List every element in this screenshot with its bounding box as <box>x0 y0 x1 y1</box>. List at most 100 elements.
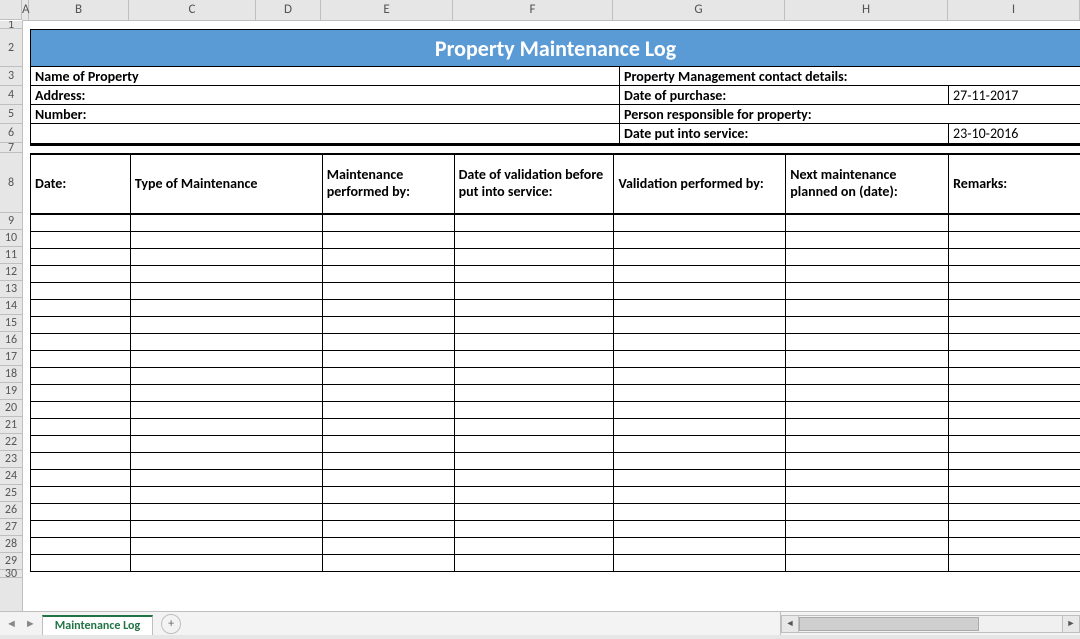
table-cell[interactable] <box>31 368 131 384</box>
table-cell[interactable] <box>786 402 949 418</box>
column-header-E[interactable]: E <box>321 0 453 20</box>
info-row-service[interactable]: Date put into service: 23-10-2016 <box>30 124 1080 143</box>
table-cell[interactable] <box>323 555 455 571</box>
table-cell[interactable] <box>949 215 1080 231</box>
table-cell[interactable] <box>949 317 1080 333</box>
table-cell[interactable] <box>31 351 131 367</box>
table-cell[interactable] <box>323 266 455 282</box>
th-validation-date[interactable]: Date of validation before put into servi… <box>455 155 615 213</box>
table-row[interactable] <box>31 300 1080 317</box>
row-header-24[interactable]: 24 <box>0 468 22 485</box>
table-cell[interactable] <box>131 300 323 316</box>
table-cell[interactable] <box>323 283 455 299</box>
table-cell[interactable] <box>131 555 323 571</box>
table-cell[interactable] <box>131 487 323 503</box>
table-cell[interactable] <box>786 351 949 367</box>
table-cell[interactable] <box>949 368 1080 384</box>
table-cell[interactable] <box>131 538 323 554</box>
column-header-C[interactable]: C <box>129 0 256 20</box>
table-cell[interactable] <box>31 334 131 350</box>
table-cell[interactable] <box>323 385 455 401</box>
table-row[interactable] <box>31 368 1080 385</box>
table-cell[interactable] <box>131 215 323 231</box>
table-cell[interactable] <box>455 351 615 367</box>
table-cell[interactable] <box>614 470 786 486</box>
table-row[interactable] <box>31 402 1080 419</box>
table-cell[interactable] <box>455 521 615 537</box>
table-cell[interactable] <box>31 300 131 316</box>
table-cell[interactable] <box>614 419 786 435</box>
table-row[interactable] <box>31 283 1080 300</box>
table-cell[interactable] <box>31 385 131 401</box>
table-row[interactable] <box>31 232 1080 249</box>
table-cell[interactable] <box>323 300 455 316</box>
table-cell[interactable] <box>455 555 615 571</box>
info-row-name[interactable]: Name of Property Property Management con… <box>30 67 1080 86</box>
horizontal-scrollbar[interactable]: ◄ ► <box>780 612 1080 635</box>
table-cell[interactable] <box>455 419 615 435</box>
table-cell[interactable] <box>786 538 949 554</box>
table-cell[interactable] <box>786 555 949 571</box>
table-cell[interactable] <box>455 487 615 503</box>
table-cell[interactable] <box>323 215 455 231</box>
table-cell[interactable] <box>31 538 131 554</box>
table-cell[interactable] <box>455 436 615 452</box>
table-cell[interactable] <box>455 334 615 350</box>
table-row[interactable] <box>31 215 1080 232</box>
row-header-17[interactable]: 17 <box>0 349 22 366</box>
tab-nav-prev-icon[interactable]: ◄ <box>6 617 17 630</box>
table-cell[interactable] <box>455 470 615 486</box>
table-cell[interactable] <box>31 317 131 333</box>
table-cell[interactable] <box>131 368 323 384</box>
row-header-30[interactable]: 30 <box>0 570 22 578</box>
table-cell[interactable] <box>323 487 455 503</box>
table-cell[interactable] <box>949 419 1080 435</box>
row-header-5[interactable]: 5 <box>0 105 22 124</box>
table-cell[interactable] <box>614 215 786 231</box>
table-cell[interactable] <box>131 232 323 248</box>
table-cell[interactable] <box>323 419 455 435</box>
table-cell[interactable] <box>949 266 1080 282</box>
table-cell[interactable] <box>131 402 323 418</box>
row-header-3[interactable]: 3 <box>0 67 22 86</box>
table-cell[interactable] <box>786 521 949 537</box>
scroll-track[interactable] <box>799 615 1062 633</box>
table-cell[interactable] <box>949 453 1080 469</box>
table-row[interactable] <box>31 487 1080 504</box>
table-cell[interactable] <box>131 385 323 401</box>
table-cell[interactable] <box>614 436 786 452</box>
table-cell[interactable] <box>614 232 786 248</box>
table-cell[interactable] <box>949 504 1080 520</box>
table-cell[interactable] <box>455 402 615 418</box>
table-row[interactable] <box>31 470 1080 487</box>
table-cell[interactable] <box>786 385 949 401</box>
table-row[interactable] <box>31 334 1080 351</box>
row-header-9[interactable]: 9 <box>0 213 22 230</box>
table-cell[interactable] <box>323 317 455 333</box>
table-cell[interactable] <box>614 283 786 299</box>
table-cell[interactable] <box>323 334 455 350</box>
table-row[interactable] <box>31 419 1080 436</box>
table-cell[interactable] <box>786 300 949 316</box>
table-cell[interactable] <box>949 555 1080 571</box>
table-cell[interactable] <box>131 453 323 469</box>
row-header-2[interactable]: 2 <box>0 29 22 67</box>
row-header-19[interactable]: 19 <box>0 383 22 400</box>
table-cell[interactable] <box>949 351 1080 367</box>
table-cell[interactable] <box>323 504 455 520</box>
table-cell[interactable] <box>949 402 1080 418</box>
table-cell[interactable] <box>786 283 949 299</box>
th-maint-by[interactable]: Maintenance performed by: <box>323 155 455 213</box>
row-header-26[interactable]: 26 <box>0 502 22 519</box>
row-header-16[interactable]: 16 <box>0 332 22 349</box>
table-cell[interactable] <box>323 232 455 248</box>
table-cell[interactable] <box>31 521 131 537</box>
scroll-right-icon[interactable]: ► <box>1062 615 1080 633</box>
row-header-7[interactable]: 7 <box>0 143 22 153</box>
table-row[interactable] <box>31 266 1080 283</box>
table-cell[interactable] <box>323 521 455 537</box>
row-header-8[interactable]: 8 <box>0 153 22 213</box>
table-cell[interactable] <box>31 487 131 503</box>
table-cell[interactable] <box>786 249 949 265</box>
table-cell[interactable] <box>455 232 615 248</box>
